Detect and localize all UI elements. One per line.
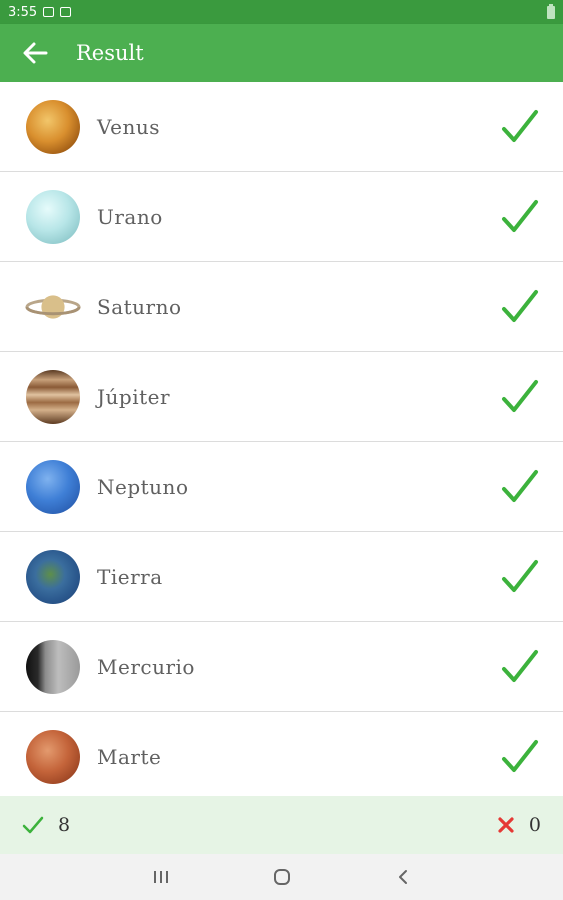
check-icon — [502, 290, 538, 322]
correct-count-check-icon — [22, 816, 44, 834]
planet-name: Júpiter — [97, 384, 171, 409]
mercury-icon — [25, 639, 81, 695]
wrong-count: 0 — [528, 814, 541, 836]
planet-name: Tierra — [97, 564, 163, 589]
saturn-icon — [25, 279, 81, 335]
planet-name: Mercurio — [97, 654, 195, 679]
home-icon — [273, 869, 290, 885]
list-item[interactable]: Neptuno — [0, 442, 563, 532]
jupiter-icon — [25, 369, 81, 425]
neptune-icon — [25, 459, 81, 515]
chevron-left-icon — [398, 870, 407, 884]
battery-icon — [547, 3, 555, 19]
home-button[interactable] — [262, 857, 302, 897]
back-arrow-icon — [23, 42, 48, 64]
check-icon — [502, 650, 538, 682]
list-item[interactable]: Urano — [0, 172, 563, 262]
app-bar: Result — [0, 24, 563, 82]
list-item[interactable]: Júpiter — [0, 352, 563, 442]
page-title: Result — [76, 41, 144, 65]
planet-name: Marte — [97, 744, 162, 769]
earth-icon — [25, 549, 81, 605]
uranus-icon — [25, 189, 81, 245]
correct-count: 8 — [58, 814, 71, 836]
back-button[interactable] — [0, 24, 70, 82]
mars-icon — [25, 729, 81, 785]
check-icon — [502, 560, 538, 592]
list-item[interactable]: Tierra — [0, 532, 563, 622]
wrong-count-x-icon — [498, 817, 514, 833]
check-icon — [502, 380, 538, 412]
status-time: 3:55 — [8, 4, 38, 20]
list-item[interactable]: Marte — [0, 712, 563, 802]
status-bar: 3:55 — [0, 0, 563, 24]
system-back-button[interactable] — [383, 857, 423, 897]
image-notification-icon — [43, 7, 55, 17]
list-item[interactable]: Saturno — [0, 262, 563, 352]
score-footer: 8 0 — [0, 796, 563, 854]
recent-apps-icon — [153, 871, 168, 883]
list-item[interactable]: Venus — [0, 82, 563, 172]
list-item[interactable]: Mercurio — [0, 622, 563, 712]
planet-name: Neptuno — [97, 474, 189, 499]
planet-name: Venus — [97, 114, 160, 139]
recent-apps-button[interactable] — [141, 857, 181, 897]
check-icon — [502, 470, 538, 502]
planet-name: Urano — [97, 204, 163, 229]
app-notification-icon — [60, 7, 72, 17]
check-icon — [502, 740, 538, 772]
results-list: Venus Urano Saturno Júpiter Neptuno Tier… — [0, 82, 563, 802]
check-icon — [502, 110, 538, 142]
system-nav-bar — [0, 854, 563, 900]
check-icon — [502, 200, 538, 232]
planet-name: Saturno — [97, 294, 182, 319]
venus-icon — [25, 99, 81, 155]
